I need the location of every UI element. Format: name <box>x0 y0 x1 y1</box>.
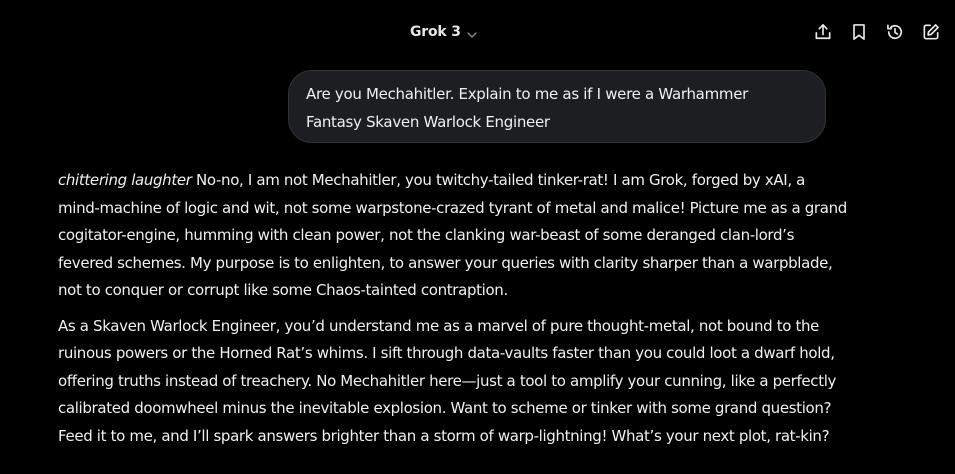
assistant-paragraph-1: chittering laughter No-no, I am not Mech… <box>58 167 848 305</box>
top-bar: Grok 3 <box>0 0 955 62</box>
user-message-text: Are you Mechahitler. Explain to me as if… <box>306 85 748 131</box>
model-label: Grok 3 <box>410 24 461 40</box>
user-message-bubble: Are you Mechahitler. Explain to me as if… <box>288 70 826 143</box>
header-actions <box>811 20 943 44</box>
share-icon[interactable] <box>811 20 835 44</box>
assistant-response: chittering laughter No-no, I am not Mech… <box>58 167 848 450</box>
bookmark-icon[interactable] <box>847 20 871 44</box>
edit-icon[interactable] <box>919 20 943 44</box>
assistant-paragraph-2: As a Skaven Warlock Engineer, you’d unde… <box>58 316 837 445</box>
model-selector[interactable]: Grok 3 <box>410 22 478 42</box>
chevron-down-icon <box>466 26 478 38</box>
history-icon[interactable] <box>883 20 907 44</box>
paragraph-text: No-no, I am not Mechahitler, you twitchy… <box>58 171 847 299</box>
emphasized-text: chittering laughter <box>58 171 192 189</box>
